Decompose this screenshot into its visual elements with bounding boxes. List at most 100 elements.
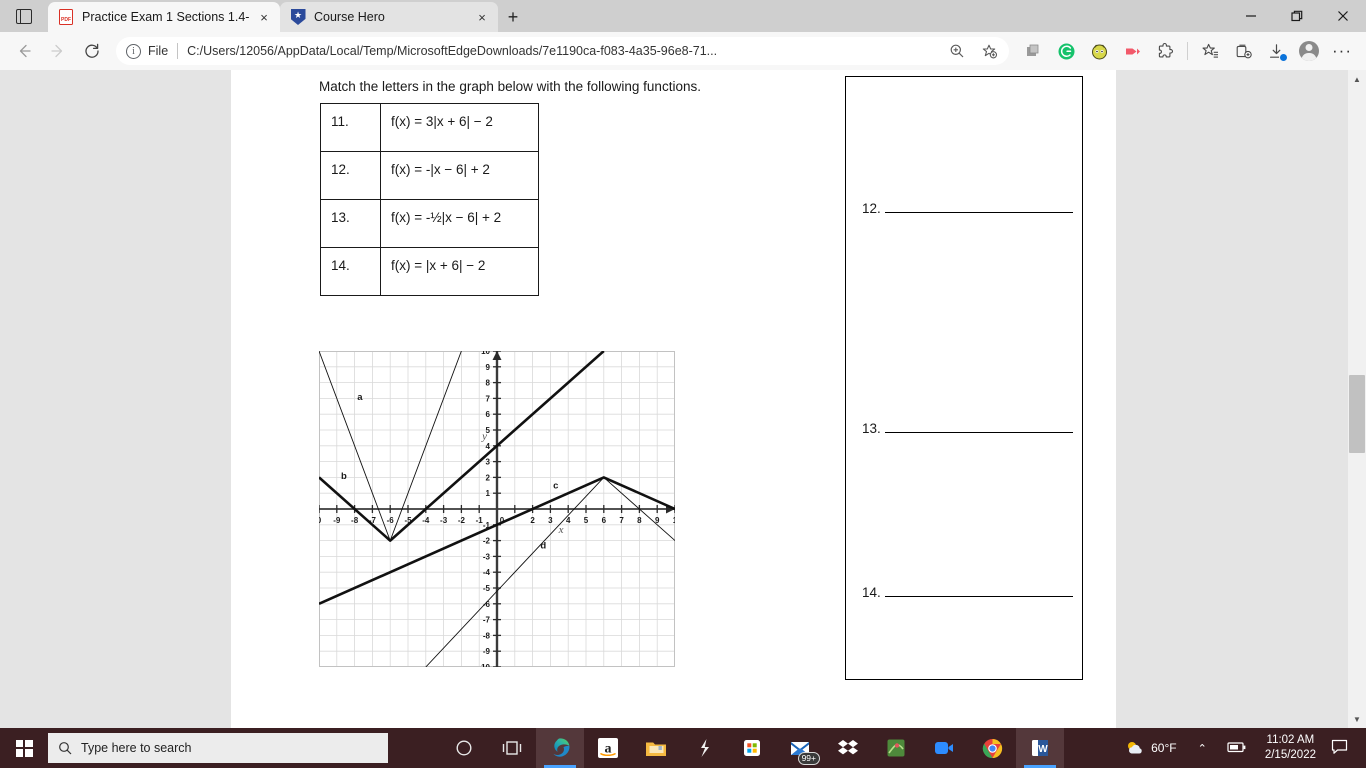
add-favorite-icon[interactable] xyxy=(973,36,1005,66)
browser-window: PDF Practice Exam 1 Sections 1.4-1.9 × ★… xyxy=(0,0,1366,728)
svg-text:4: 4 xyxy=(486,442,491,451)
answer-line[interactable] xyxy=(884,596,1073,597)
toolbar-divider xyxy=(1187,42,1188,60)
svg-text:5: 5 xyxy=(584,516,589,525)
start-button[interactable] xyxy=(0,728,48,768)
svg-text:a: a xyxy=(357,392,363,403)
tab-close-button[interactable]: × xyxy=(472,7,492,27)
settings-more-icon[interactable]: ··· xyxy=(1326,36,1358,66)
scrollbar-thumb[interactable] xyxy=(1349,375,1365,453)
minimize-button[interactable] xyxy=(1228,0,1274,32)
function-graph: 0-9-8-7-6-5-4-3-2-1023456789110987654321… xyxy=(319,351,675,667)
shazam-icon[interactable] xyxy=(680,728,728,768)
answer-number: 14. xyxy=(862,585,881,600)
svg-text:-3: -3 xyxy=(440,516,448,525)
tab-search-icon xyxy=(16,8,32,24)
zoom-in-icon[interactable] xyxy=(941,36,973,66)
answer-line[interactable] xyxy=(884,432,1073,433)
question-function: f(x) = -½|x − 6| + 2 xyxy=(380,199,539,248)
search-icon xyxy=(59,742,72,755)
svg-text:6: 6 xyxy=(486,410,491,419)
svg-text:d: d xyxy=(540,541,546,552)
svg-text:-4: -4 xyxy=(422,516,430,525)
close-button[interactable] xyxy=(1320,0,1366,32)
svg-text:1: 1 xyxy=(673,516,675,525)
site-info-icon[interactable]: i xyxy=(126,43,141,59)
extension-generic-icon[interactable] xyxy=(1017,36,1049,66)
svg-text:8: 8 xyxy=(637,516,642,525)
downloads-badge xyxy=(1279,53,1288,62)
weather-temperature: 60°F xyxy=(1151,741,1177,755)
amazon-icon[interactable]: a xyxy=(584,728,632,768)
show-hidden-icons-button[interactable]: ⌃ xyxy=(1187,742,1218,755)
svg-text:6: 6 xyxy=(602,516,607,525)
svg-text:10: 10 xyxy=(481,351,490,356)
answer-line[interactable] xyxy=(884,212,1073,213)
forward-button[interactable] xyxy=(42,36,74,66)
scroll-down-arrow[interactable]: ▼ xyxy=(1348,710,1366,728)
microsoft-store-icon[interactable] xyxy=(728,728,776,768)
table-row: 11. f(x) = 3|x + 6| − 2 xyxy=(320,103,539,152)
clock-time: 11:02 AM xyxy=(1266,734,1315,746)
cortana-icon[interactable] xyxy=(440,728,488,768)
avatar xyxy=(1299,41,1319,61)
maximize-restore-button[interactable] xyxy=(1274,0,1320,32)
task-view-icon[interactable] xyxy=(488,728,536,768)
battery-icon[interactable] xyxy=(1218,740,1256,757)
weather-partly-cloudy-icon xyxy=(1128,741,1142,753)
question-number: 12. xyxy=(320,151,381,200)
refresh-button[interactable] xyxy=(76,36,108,66)
tab-search-button[interactable] xyxy=(0,0,48,32)
svg-text:3: 3 xyxy=(486,458,491,467)
google-chrome-icon[interactable] xyxy=(968,728,1016,768)
page-scrollbar[interactable]: ▲ ▼ xyxy=(1348,70,1366,728)
honey-extension-icon[interactable] xyxy=(1083,36,1115,66)
profile-avatar-icon[interactable] xyxy=(1293,36,1325,66)
weather-widget[interactable]: 60°F xyxy=(1115,739,1186,758)
svg-text:-8: -8 xyxy=(483,631,491,640)
file-explorer-icon[interactable] xyxy=(632,728,680,768)
microsoft-word-icon[interactable]: W xyxy=(1016,728,1064,768)
answer-number: 12. xyxy=(862,201,881,216)
window-controls xyxy=(1228,0,1366,32)
answer-number: 13. xyxy=(862,421,881,436)
answer-box: 12. 13. 14. xyxy=(845,76,1083,680)
shield-icon: ★ xyxy=(290,9,306,25)
mail-icon[interactable]: 99+ xyxy=(776,728,824,768)
game-icon[interactable] xyxy=(872,728,920,768)
favorites-icon[interactable] xyxy=(1194,36,1226,66)
downloads-icon[interactable] xyxy=(1260,36,1292,66)
tab-close-button[interactable]: × xyxy=(254,7,274,27)
mail-badge: 99+ xyxy=(797,752,820,765)
tab-course-hero[interactable]: ★ Course Hero × xyxy=(280,2,498,32)
question-number: 13. xyxy=(320,199,381,248)
url-scheme-label: File xyxy=(148,44,169,58)
clock[interactable]: 11:02 AM 2/15/2022 xyxy=(1256,733,1325,763)
new-tab-button[interactable]: + xyxy=(498,2,528,32)
microsoft-edge-icon[interactable] xyxy=(536,728,584,768)
system-tray: 60°F ⌃ 11:02 AM 2/15/2022 xyxy=(1115,733,1366,763)
svg-text:-9: -9 xyxy=(483,647,491,656)
media-extension-icon[interactable] xyxy=(1116,36,1148,66)
address-bar[interactable]: i File C:/Users/12056/AppData/Local/Temp… xyxy=(116,37,1009,65)
url-text: C:/Users/12056/AppData/Local/Temp/Micros… xyxy=(187,44,718,58)
scroll-up-arrow[interactable]: ▲ xyxy=(1348,70,1366,88)
svg-text:a: a xyxy=(605,742,612,757)
pdf-icon: PDF xyxy=(58,9,74,25)
svg-text:-2: -2 xyxy=(483,537,491,546)
dropbox-icon[interactable] xyxy=(824,728,872,768)
extensions-puzzle-icon[interactable] xyxy=(1149,36,1181,66)
notifications-icon[interactable] xyxy=(1325,739,1358,758)
zoom-icon[interactable] xyxy=(920,728,968,768)
back-button[interactable] xyxy=(8,36,40,66)
collections-icon[interactable] xyxy=(1227,36,1259,66)
answer-row-13: 13. xyxy=(862,421,1073,436)
svg-text:3: 3 xyxy=(548,516,553,525)
svg-text:8: 8 xyxy=(486,379,491,388)
svg-text:7: 7 xyxy=(619,516,624,525)
taskbar-search[interactable]: Type here to search xyxy=(48,733,388,763)
svg-text:-9: -9 xyxy=(333,516,341,525)
tab-practice-exam[interactable]: PDF Practice Exam 1 Sections 1.4-1.9 × xyxy=(48,2,280,32)
grammarly-extension-icon[interactable] xyxy=(1050,36,1082,66)
question-number: 11. xyxy=(320,103,381,152)
